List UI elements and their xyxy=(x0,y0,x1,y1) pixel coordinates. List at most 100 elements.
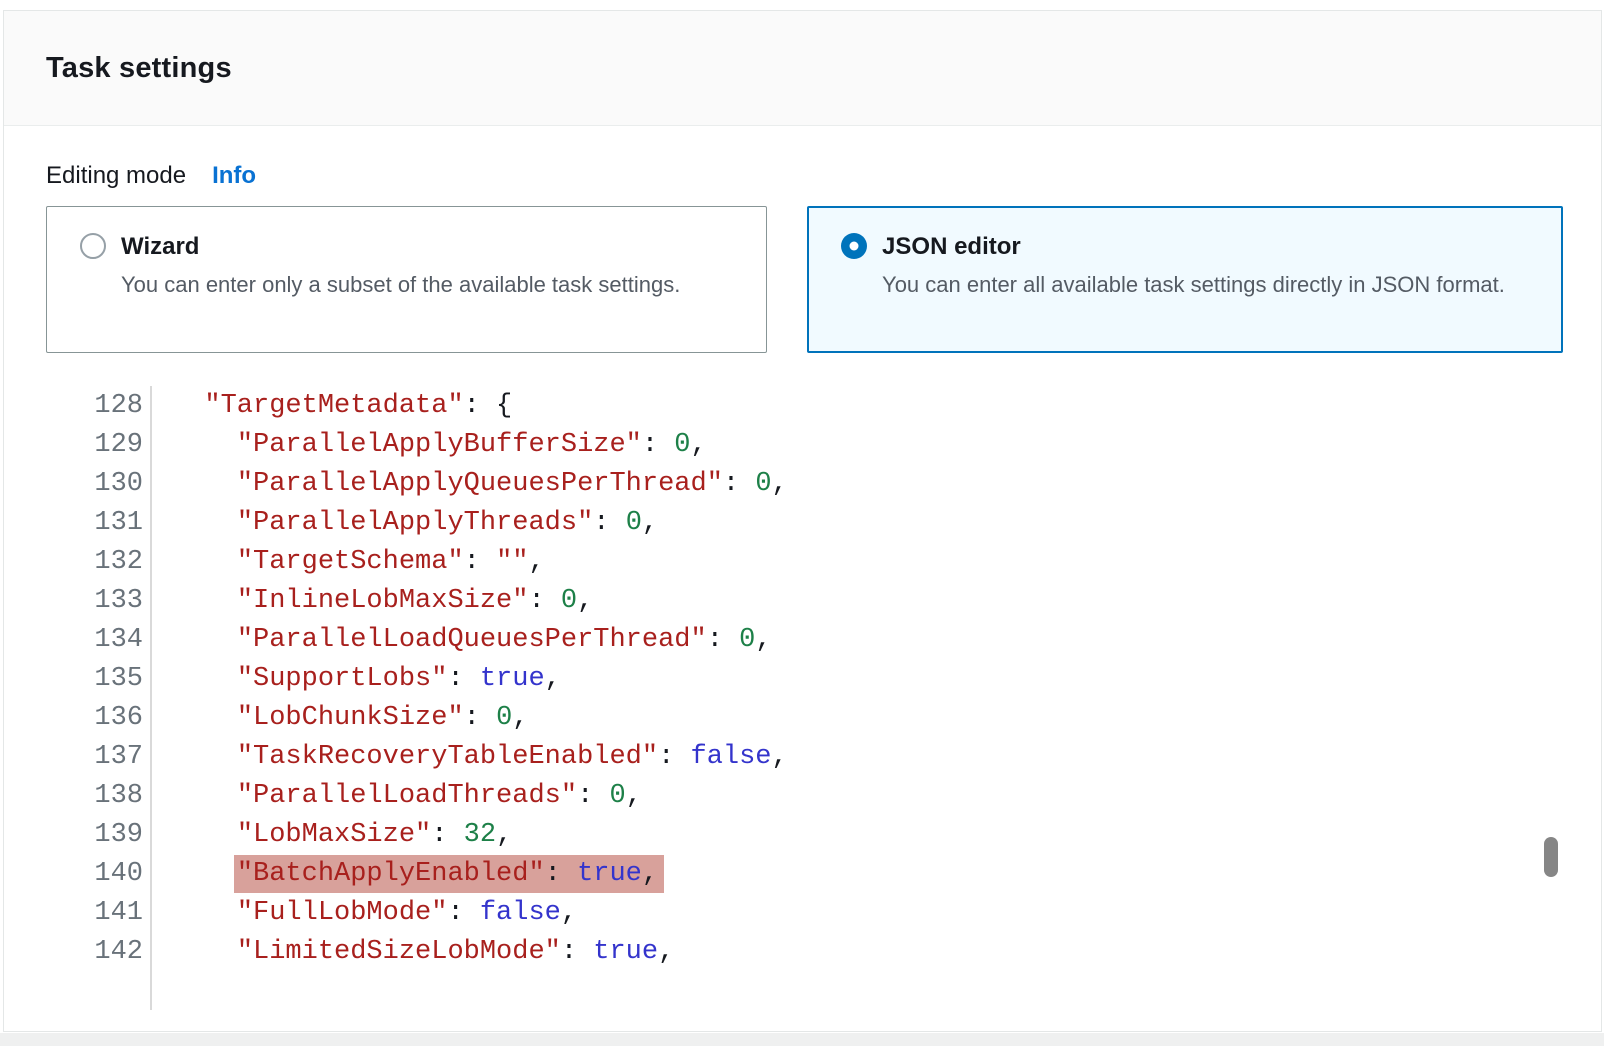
line-number: 128 xyxy=(86,386,152,425)
page-title: Task settings xyxy=(46,52,232,85)
token-punct: , xyxy=(642,508,658,538)
code-line[interactable]: "TargetMetadata": { xyxy=(152,391,512,421)
code-row: 128 "TargetMetadata": { xyxy=(86,386,1563,425)
token-punct: , xyxy=(528,547,544,577)
json-editor-radio[interactable] xyxy=(841,233,867,259)
line-number-empty xyxy=(86,971,152,1010)
token-punct: , xyxy=(642,859,658,889)
code-row: 134 "ParallelLoadQueuesPerThread": 0, xyxy=(86,620,1563,659)
code-row: 139 "LobMaxSize": 32, xyxy=(86,815,1563,854)
token-punct: , xyxy=(577,586,593,616)
code-row: 133 "InlineLobMaxSize": 0, xyxy=(86,581,1563,620)
token-number: 0 xyxy=(561,586,577,616)
token-punct: : xyxy=(561,937,593,967)
line-number: 135 xyxy=(86,659,152,698)
code-line[interactable]: "FullLobMode": false, xyxy=(152,898,577,928)
task-settings-panel: Task settings Editing mode Info Wizard Y… xyxy=(3,10,1602,1032)
wizard-option-title: Wizard xyxy=(121,230,680,263)
token-string: "BatchApplyEnabled" xyxy=(237,859,545,889)
token-string: "ParallelApplyBufferSize" xyxy=(237,430,642,460)
code-line[interactable]: "LobChunkSize": 0, xyxy=(152,703,528,733)
token-number: 32 xyxy=(464,820,496,850)
token-punct: , xyxy=(772,469,788,499)
code-line[interactable]: "LobMaxSize": 32, xyxy=(152,820,512,850)
token-punct: , xyxy=(561,898,577,928)
json-editor-option-title: JSON editor xyxy=(882,230,1505,263)
token-number: 0 xyxy=(739,625,755,655)
code-line[interactable]: "ParallelApplyQueuesPerThread": 0, xyxy=(152,469,788,499)
line-number: 141 xyxy=(86,893,152,932)
token-punct: : xyxy=(464,547,496,577)
token-boolean: true xyxy=(577,859,642,889)
highlighted-code-text: "BatchApplyEnabled": true, xyxy=(234,855,664,893)
code-row: 135 "SupportLobs": true, xyxy=(86,659,1563,698)
token-punct: : xyxy=(707,625,739,655)
line-number: 129 xyxy=(86,425,152,464)
token-string: "LimitedSizeLobMode" xyxy=(237,937,561,967)
token-string: "FullLobMode" xyxy=(237,898,448,928)
line-number: 132 xyxy=(86,542,152,581)
code-line[interactable]: "SupportLobs": true, xyxy=(152,664,561,694)
token-boolean: true xyxy=(593,937,658,967)
scrollbar-thumb[interactable] xyxy=(1544,837,1558,877)
token-punct: : xyxy=(723,469,755,499)
code-line[interactable]: "TargetSchema": "", xyxy=(152,547,545,577)
code-row: 141 "FullLobMode": false, xyxy=(86,893,1563,932)
token-string: "LobMaxSize" xyxy=(237,820,431,850)
code-row: 142 "LimitedSizeLobMode": true, xyxy=(86,932,1563,971)
token-punct: : xyxy=(545,859,577,889)
line-number: 136 xyxy=(86,698,152,737)
wizard-option-text: Wizard You can enter only a subset of th… xyxy=(121,230,680,301)
line-number: 137 xyxy=(86,737,152,776)
json-editor-option-description: You can enter all available task setting… xyxy=(882,268,1505,301)
json-editor-option-text: JSON editor You can enter all available … xyxy=(882,230,1505,301)
token-punct: : xyxy=(464,703,496,733)
line-number: 140 xyxy=(86,854,152,893)
panel-header: Task settings xyxy=(4,11,1601,126)
token-string: "ParallelLoadThreads" xyxy=(237,781,577,811)
token-punct: : { xyxy=(464,391,513,421)
token-punct: : xyxy=(658,742,690,772)
token-string: "LobChunkSize" xyxy=(237,703,464,733)
code-line[interactable]: "ParallelLoadQueuesPerThread": 0, xyxy=(152,625,772,655)
token-number: 0 xyxy=(755,469,771,499)
code-line[interactable]: "ParallelApplyBufferSize": 0, xyxy=(152,430,707,460)
line-number: 139 xyxy=(86,815,152,854)
token-punct: , xyxy=(658,937,674,967)
token-number: 0 xyxy=(674,430,690,460)
token-boolean: false xyxy=(691,742,772,772)
code-line[interactable]: "ParallelLoadThreads": 0, xyxy=(152,781,642,811)
token-punct: , xyxy=(496,820,512,850)
code-line[interactable]: "LimitedSizeLobMode": true, xyxy=(152,937,674,967)
token-string: "" xyxy=(496,547,528,577)
code-line[interactable]: "InlineLobMaxSize": 0, xyxy=(152,586,593,616)
token-punct: : xyxy=(528,586,560,616)
token-string: "TargetMetadata" xyxy=(204,391,463,421)
code-row: 132 "TargetSchema": "", xyxy=(86,542,1563,581)
token-punct: : xyxy=(447,664,479,694)
token-string: "ParallelApplyQueuesPerThread" xyxy=(237,469,723,499)
wizard-option-tile[interactable]: Wizard You can enter only a subset of th… xyxy=(46,206,767,353)
token-punct: : xyxy=(642,430,674,460)
wizard-radio[interactable] xyxy=(80,233,106,259)
token-string: "ParallelLoadQueuesPerThread" xyxy=(237,625,707,655)
token-punct: , xyxy=(755,625,771,655)
code-line[interactable]: "TaskRecoveryTableEnabled": false, xyxy=(152,742,788,772)
editing-mode-label: Editing mode xyxy=(46,159,186,193)
token-string: "SupportLobs" xyxy=(237,664,448,694)
code-row: 129 "ParallelApplyBufferSize": 0, xyxy=(86,425,1563,464)
code-row: 140 "BatchApplyEnabled": true, xyxy=(86,854,1563,893)
token-punct: , xyxy=(626,781,642,811)
line-number: 133 xyxy=(86,581,152,620)
code-line[interactable]: "BatchApplyEnabled": true, xyxy=(152,859,664,889)
panel-body: Editing mode Info Wizard You can enter o… xyxy=(4,159,1601,1010)
token-punct: : xyxy=(593,508,625,538)
code-line[interactable]: "ParallelApplyThreads": 0, xyxy=(152,508,658,538)
line-number: 130 xyxy=(86,464,152,503)
json-editor-option-tile[interactable]: JSON editor You can enter all available … xyxy=(807,206,1563,353)
info-link[interactable]: Info xyxy=(212,159,256,193)
token-string: "ParallelApplyThreads" xyxy=(237,508,593,538)
line-number: 131 xyxy=(86,503,152,542)
token-number: 0 xyxy=(496,703,512,733)
code-editor[interactable]: 128 "TargetMetadata": {129 "ParallelAppl… xyxy=(86,386,1563,1010)
